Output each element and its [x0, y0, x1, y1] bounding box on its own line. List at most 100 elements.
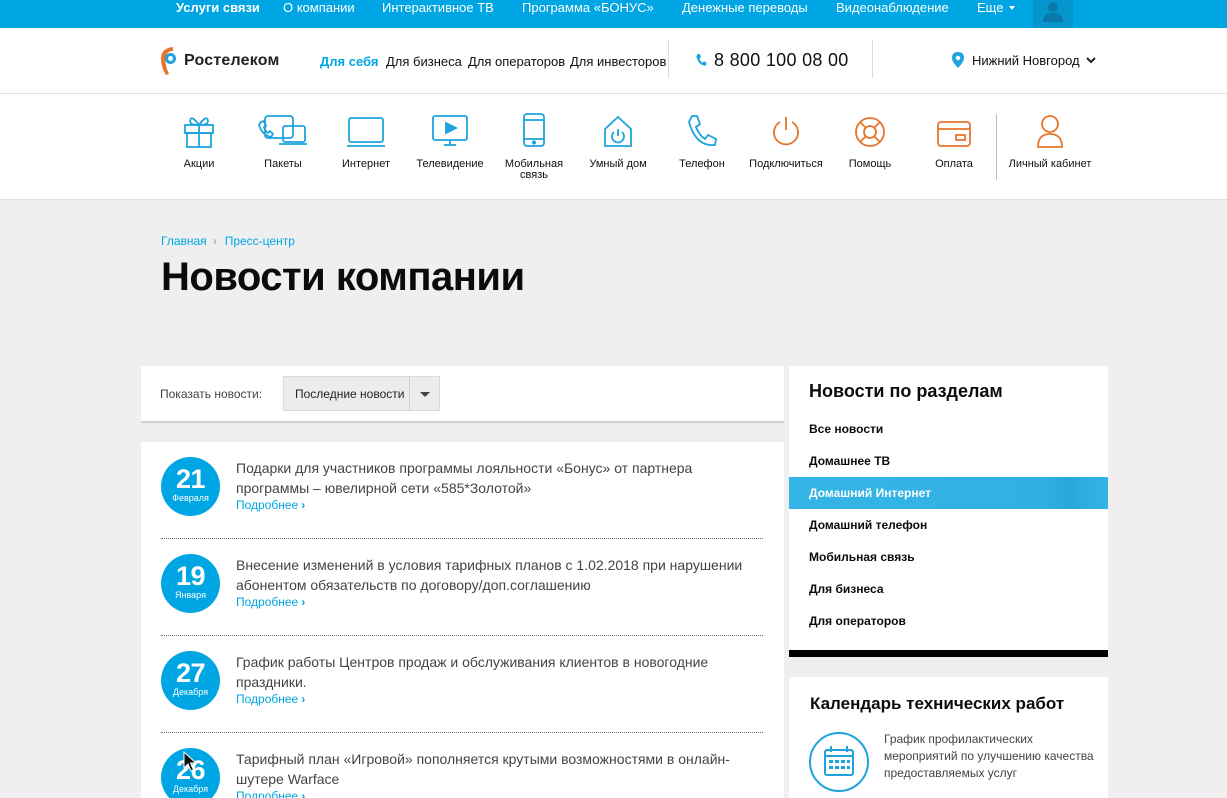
category-home-tv[interactable]: Домашнее ТВ — [789, 445, 1108, 477]
more-label: Подробнее — [236, 498, 299, 512]
nav-item-phone[interactable]: Телефон — [659, 110, 745, 170]
topbar-more-menu[interactable]: Еще — [977, 0, 1016, 28]
news-date-month: Января — [175, 590, 206, 600]
category-label: Домашний телефон — [809, 518, 928, 532]
category-mobile[interactable]: Мобильная связь — [789, 541, 1108, 573]
news-date-badge: 27 Декабря — [161, 651, 220, 710]
news-title-link[interactable]: Внесение изменений в условия тарифных пл… — [236, 555, 756, 595]
mobile-icon — [523, 113, 545, 147]
hotline-phone[interactable]: 8 800 100 08 00 — [695, 49, 849, 71]
more-label: Подробнее — [236, 595, 299, 609]
topbar-link-transfers[interactable]: Денежные переводы — [682, 0, 808, 28]
topbar-link-video[interactable]: Видеонаблюдение — [836, 0, 949, 28]
calendar-icon — [809, 732, 869, 792]
news-title-link[interactable]: Тарифный план «Игровой» пополняется крут… — [236, 749, 756, 789]
news-more-link[interactable]: Подробнее › — [236, 595, 305, 609]
select-value: Последние новости — [295, 387, 405, 401]
news-item: 26 Декабря Тарифный план «Игровой» попол… — [161, 733, 763, 798]
category-home-phone[interactable]: Домашний телефон — [789, 509, 1108, 541]
category-label: Для операторов — [809, 614, 906, 628]
lifebuoy-icon — [855, 117, 885, 147]
news-date-day: 27 — [175, 658, 206, 688]
city-selector[interactable]: Нижний Новгород — [952, 52, 1096, 68]
topbar-link-bonus[interactable]: Программа «БОНУС» — [522, 0, 654, 28]
nav-label: Акции — [183, 158, 215, 170]
chevron-right-icon: › — [301, 692, 306, 706]
news-more-link[interactable]: Подробнее › — [236, 789, 305, 798]
user-icon — [1043, 2, 1063, 22]
news-more-link[interactable]: Подробнее › — [236, 692, 305, 706]
phone-icon — [688, 115, 717, 146]
nav-item-tv[interactable]: Телевидение — [407, 110, 493, 170]
topbar-link-interactive-tv[interactable]: Интерактивное ТВ — [382, 0, 494, 28]
news-date-badge: 21 Февраля — [161, 457, 220, 516]
nav-item-smart-home[interactable]: Умный дом — [575, 110, 661, 170]
news-list: 21 Февраля Подарки для участников програ… — [141, 442, 784, 798]
power-icon — [773, 117, 799, 146]
nav-item-internet[interactable]: Интернет — [323, 110, 409, 170]
select-toggle[interactable] — [409, 377, 439, 410]
nav-item-packages[interactable]: Пакеты — [240, 110, 326, 170]
packages-icon — [258, 115, 307, 145]
gift-icon — [184, 117, 214, 148]
nav-label: Телевидение — [416, 158, 484, 170]
breadcrumb-home[interactable]: Главная — [161, 234, 207, 248]
top-bar: Услуги связи О компании Интерактивное ТВ… — [0, 0, 1227, 28]
news-title-link[interactable]: Подарки для участников программы лояльно… — [236, 458, 756, 498]
category-label: Домашний Интернет — [809, 486, 931, 500]
nav-item-payment[interactable]: Оплата — [911, 110, 997, 170]
category-label: Домашнее ТВ — [809, 454, 891, 468]
category-label: Мобильная связь — [809, 550, 915, 564]
news-item: 27 Декабря График работы Центров продаж … — [161, 636, 763, 733]
category-all[interactable]: Все новости — [789, 413, 1108, 445]
topbar-link-services[interactable]: Услуги связи — [176, 0, 260, 28]
laptop-icon — [347, 117, 385, 147]
news-more-link[interactable]: Подробнее › — [236, 498, 305, 512]
nav-label: Подключиться — [749, 158, 823, 170]
breadcrumb-press-center[interactable]: Пресс-центр — [225, 234, 295, 248]
news-date-day: 21 — [175, 464, 206, 494]
nav-item-connect[interactable]: Подключиться — [743, 110, 829, 170]
calendar-title: Календарь технических работ — [810, 694, 1065, 713]
mouse-cursor-icon — [183, 751, 198, 772]
category-operators[interactable]: Для операторов — [789, 605, 1108, 637]
card-icon — [937, 121, 971, 147]
main-header: Ростелеком Для себя Для бизнеса Для опер… — [0, 28, 1227, 94]
news-title-link[interactable]: График работы Центров продаж и обслужива… — [236, 652, 756, 692]
logo-text: Ростелеком — [184, 52, 280, 69]
nav-item-promo[interactable]: Акции — [156, 110, 242, 170]
segment-investors[interactable]: Для инвесторов — [570, 54, 666, 69]
news-period-select[interactable]: Последние новости — [283, 376, 440, 411]
news-date-month: Декабря — [172, 687, 209, 697]
rostelecom-logo[interactable]: Ростелеком — [158, 45, 280, 77]
smart-home-icon — [604, 115, 632, 147]
category-label: Для бизнеса — [809, 582, 884, 596]
segment-personal[interactable]: Для себя — [320, 54, 378, 69]
header-divider — [872, 40, 873, 78]
news-item: 19 Января Внесение изменений в условия т… — [161, 539, 763, 636]
news-date-month: Декабря — [172, 784, 209, 794]
nav-label: Мобильная связь — [504, 158, 564, 181]
news-date-badge: 19 Января — [161, 554, 220, 613]
news-categories-panel: Новости по разделам Все новости Домашнее… — [789, 366, 1108, 657]
chevron-right-icon: › — [301, 498, 306, 512]
news-item: 21 Февраля Подарки для участников програ… — [161, 442, 763, 539]
topbar-user-button[interactable] — [1033, 0, 1073, 28]
nav-item-mobile[interactable]: Мобильная связь — [491, 110, 577, 181]
chevron-right-icon: › — [301, 789, 306, 798]
maintenance-calendar-card[interactable]: Календарь технических работ График профи… — [789, 677, 1108, 798]
nav-item-help[interactable]: Помощь — [827, 110, 913, 170]
account-icon — [1037, 115, 1063, 148]
more-label: Подробнее — [236, 789, 299, 798]
category-home-internet[interactable]: Домашний Интернет — [789, 477, 1108, 509]
category-business[interactable]: Для бизнеса — [789, 573, 1108, 605]
nav-label: Личный кабинет — [1008, 158, 1092, 170]
topbar-link-about[interactable]: О компании — [283, 0, 355, 28]
filter-label: Показать новости: — [160, 387, 263, 401]
segment-operators[interactable]: Для операторов — [468, 54, 565, 69]
segment-business[interactable]: Для бизнеса — [386, 54, 462, 69]
nav-divider — [996, 114, 997, 180]
nav-label: Пакеты — [264, 158, 302, 170]
nav-label: Умный дом — [589, 158, 647, 170]
nav-item-account[interactable]: Личный кабинет — [1007, 110, 1093, 170]
